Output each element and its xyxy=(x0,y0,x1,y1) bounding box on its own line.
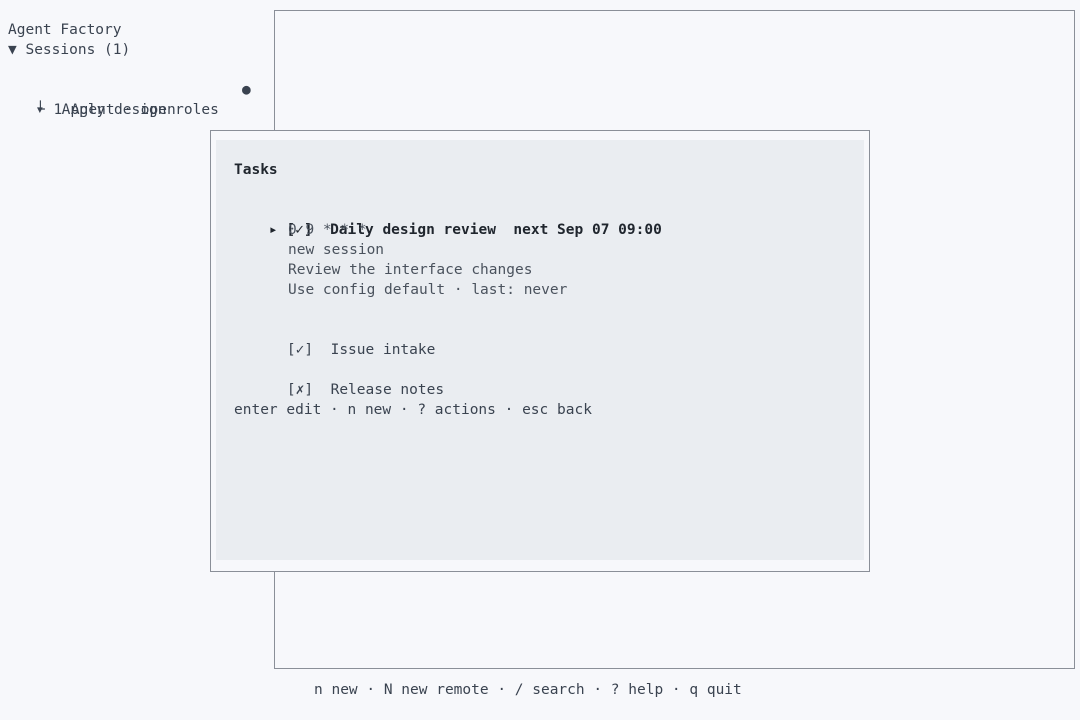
task-session-mode: new session xyxy=(288,242,385,258)
sessions-header[interactable]: ▼ Sessions (1) xyxy=(8,40,130,60)
session-child-agent[interactable]: └ 1 Agent · open xyxy=(36,100,176,120)
task-prompt: Review the interface changes xyxy=(288,262,533,278)
footer-key-hints: n new · N new remote · / search · ? help… xyxy=(314,682,742,698)
dialog-key-hints: enter edit · n new · ? actions · esc bac… xyxy=(234,402,592,418)
task-config: Use config default · last: never xyxy=(288,282,568,298)
task-checkbox[interactable]: [✓] xyxy=(287,342,313,358)
app-title: Agent Factory xyxy=(8,22,122,38)
task-schedule: 0 9 * * * xyxy=(288,222,367,238)
task-checkbox[interactable]: [✗] xyxy=(287,382,313,398)
task-name: Release notes xyxy=(330,382,445,398)
status-dot-icon: ● xyxy=(242,82,251,98)
task-name: Issue intake xyxy=(330,342,436,358)
tasks-dialog: Tasks ▸ [✓] Daily design review next Sep… xyxy=(216,140,864,560)
task-next-run: next Sep 07 09:00 xyxy=(513,222,662,238)
dialog-title: Tasks xyxy=(234,162,278,178)
selection-pointer-icon: ▸ xyxy=(268,222,278,238)
